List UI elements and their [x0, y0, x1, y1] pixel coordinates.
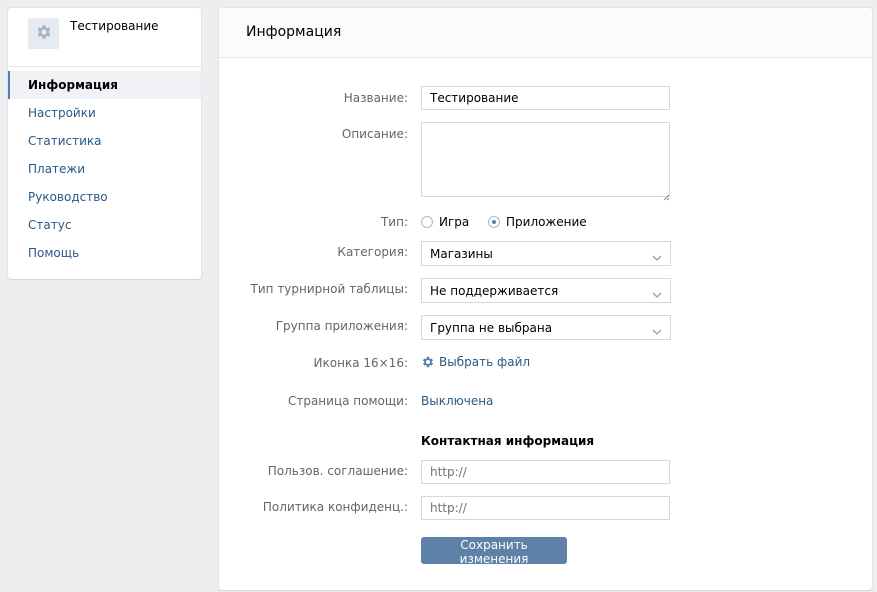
category-label: Категория: — [337, 245, 408, 259]
description-label: Описание: — [341, 127, 408, 141]
app-group-label: Группа приложения: — [275, 319, 408, 333]
choose-file-link[interactable]: Выбрать файл — [421, 355, 530, 369]
sidebar-item-help[interactable]: Помощь — [8, 239, 201, 267]
chevron-down-icon — [652, 250, 662, 264]
app-header: Тестирование — [8, 8, 201, 67]
gear-icon — [35, 23, 53, 44]
leaderboard-select[interactable]: Не поддерживается — [421, 278, 671, 303]
type-radio-app-label: Приложение — [506, 215, 587, 229]
sidebar-item-status[interactable]: Статус — [8, 211, 201, 239]
help-page-link[interactable]: Выключена — [421, 394, 493, 408]
name-input[interactable] — [421, 86, 670, 110]
choose-file-label: Выбрать файл — [439, 355, 531, 369]
sidebar-item-guide[interactable]: Руководство — [8, 183, 201, 211]
privacy-policy-label: Политика конфиденц.: — [262, 500, 408, 514]
icon16-label: Иконка 16×16: — [313, 356, 408, 370]
user-agreement-input[interactable] — [421, 460, 670, 484]
sidebar-item-info[interactable]: Информация — [8, 71, 201, 99]
resize-grip-icon[interactable] — [663, 190, 670, 201]
app-name: Тестирование — [70, 19, 159, 33]
user-agreement-label: Пользов. соглашение: — [267, 464, 408, 478]
radio-icon — [421, 216, 433, 228]
app-group-value: Группа не выбрана — [430, 321, 553, 335]
type-radio-game-label: Игра — [439, 215, 470, 229]
description-textarea[interactable] — [421, 122, 670, 197]
leaderboard-label: Тип турнирной таблицы: — [250, 282, 408, 296]
category-value: Магазины — [430, 247, 493, 261]
radio-checked-icon — [488, 216, 500, 228]
type-radio-app[interactable]: Приложение — [488, 215, 587, 229]
app-avatar[interactable] — [28, 18, 59, 49]
app-group-select[interactable]: Группа не выбрана — [421, 315, 671, 340]
privacy-policy-input[interactable] — [421, 496, 670, 520]
contact-info-title: Контактная информация — [421, 434, 595, 448]
name-label: Название: — [343, 91, 408, 105]
category-select[interactable]: Магазины — [421, 241, 671, 266]
help-page-label: Страница помощи: — [287, 394, 408, 408]
leaderboard-value: Не поддерживается — [430, 284, 559, 298]
chevron-down-icon — [652, 287, 662, 301]
save-button[interactable]: Сохранить изменения — [421, 537, 567, 566]
chevron-down-icon — [652, 324, 662, 338]
sidebar-item-payments[interactable]: Платежи — [8, 155, 201, 183]
main-panel: Информация Название: Описание: Тип: Игра… — [219, 8, 872, 590]
panel-header: Информация — [219, 8, 872, 58]
page-title: Информация — [246, 24, 342, 40]
sidebar-item-stats[interactable]: Статистика — [8, 127, 201, 155]
sidebar: Тестирование Информация Настройки Статис… — [8, 8, 201, 279]
type-label: Тип: — [380, 215, 408, 229]
type-radio-game[interactable]: Игра — [421, 215, 469, 229]
gear-icon — [421, 355, 435, 369]
sidebar-item-settings[interactable]: Настройки — [8, 99, 201, 127]
sidebar-nav: Информация Настройки Статистика Платежи … — [8, 71, 201, 267]
